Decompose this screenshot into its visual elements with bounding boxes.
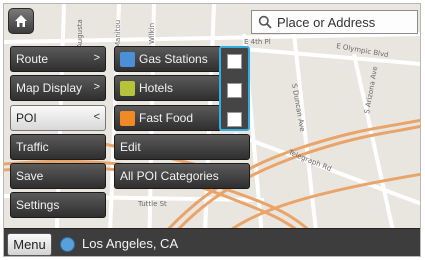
poi-checkbox-panel [219,46,250,131]
poi-item-label: Hotels [139,81,174,95]
poi-item-fast-food[interactable]: Fast Food [114,105,222,131]
gas-station-icon [120,51,135,67]
poi-item-hotels[interactable]: Hotels [114,75,222,101]
poi-item-label: Gas Stations [139,52,208,66]
fast-food-checkbox[interactable] [227,112,242,127]
bottom-bar: Menu Los Angeles, CA [4,228,420,256]
fast-food-icon [120,110,135,126]
current-location: Los Angeles, CA [82,236,179,251]
search-icon [258,15,272,29]
menu-button-label: Menu [13,237,46,252]
search-field[interactable]: Place or Address [251,10,418,34]
poi-all-categories-button[interactable]: All POI Categories [114,163,250,189]
menu-item-label: Map Display [16,81,83,95]
menu-item-traffic[interactable]: Traffic [10,134,106,160]
menu-button[interactable]: Menu [7,233,52,256]
menu-item-label: Save [16,169,44,183]
street-label-manitou: Manitou [114,20,122,48]
poi-item-label: Fast Food [139,111,194,125]
menu-item-map-display[interactable]: Map Display > [10,75,106,101]
chevron-left-icon: < [93,111,100,123]
home-button[interactable] [8,8,34,34]
street-label-augusta: Augusta [76,19,84,48]
chevron-right-icon: > [93,52,100,64]
menu-item-label: Settings [16,198,60,212]
poi-item-gas-stations[interactable]: Gas Stations [114,46,222,72]
hotels-checkbox[interactable] [227,83,242,98]
menu-item-save[interactable]: Save [10,163,106,189]
street-label-wilkin: Wilkin [148,23,156,44]
poi-edit-button[interactable]: Edit [114,134,250,160]
street-label-tuttle-st: Tuttle St [137,200,167,208]
navigation-screen: Augusta Manitou Wilkin E 4th Pl E Olympi… [3,3,421,257]
gas-stations-checkbox[interactable] [227,54,242,69]
menu-item-poi[interactable]: POI < [10,105,106,131]
menu-item-label: Traffic [16,140,49,154]
search-placeholder: Place or Address [277,14,376,30]
menu-item-label: Route [16,52,49,66]
home-icon [15,15,27,27]
location-icon [60,237,75,252]
chevron-right-icon: > [93,81,100,93]
hotel-icon [120,80,135,96]
poi-item-label: All POI Categories [120,169,219,183]
street-label-e-4th-pl: E 4th Pl [244,38,271,46]
menu-item-settings[interactable]: Settings [10,192,106,218]
menu-item-label: POI [16,111,37,125]
poi-item-label: Edit [120,140,141,154]
menu-item-route[interactable]: Route > [10,46,106,72]
